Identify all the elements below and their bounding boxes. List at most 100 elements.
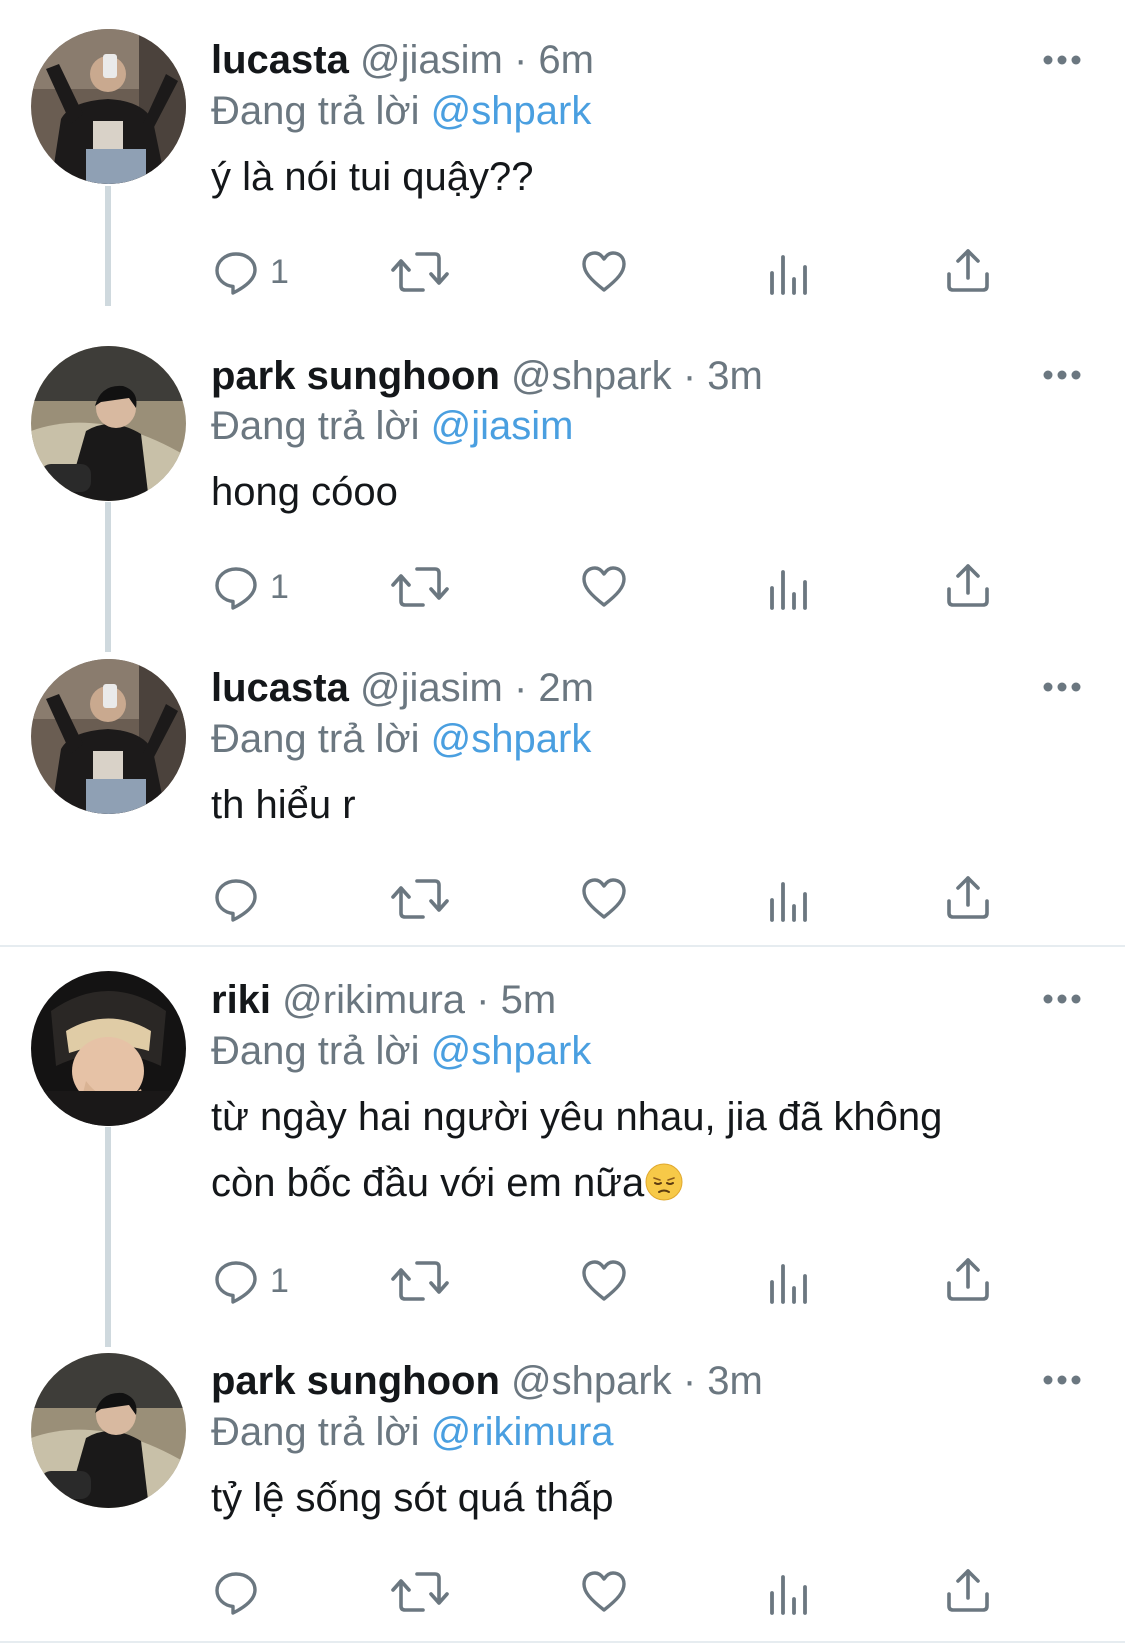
retweet-icon	[390, 875, 450, 923]
reply-count: 1	[270, 1261, 289, 1300]
more-options-icon[interactable]	[1042, 54, 1082, 66]
replying-to: Đang trả lời @rikimura	[211, 1408, 614, 1456]
share-button[interactable]	[944, 559, 992, 611]
tweet-text: tỷ lệ sống sót quá thấp	[211, 1476, 614, 1520]
reply-button[interactable]: 1	[212, 246, 289, 298]
display-name[interactable]: lucasta	[211, 38, 349, 82]
share-button[interactable]	[944, 1564, 992, 1616]
display-name[interactable]: park sunghoon	[211, 354, 500, 398]
tweet-text: hong cóoo	[211, 470, 398, 514]
mention-link[interactable]: @shpark	[431, 89, 592, 133]
reply-icon	[212, 1568, 260, 1616]
share-button[interactable]	[944, 244, 992, 296]
more-options-icon[interactable]	[1042, 369, 1082, 381]
retweet-icon	[390, 1257, 450, 1305]
analytics-icon	[764, 878, 812, 926]
retweet-button[interactable]	[390, 873, 450, 925]
more-options-icon[interactable]	[1042, 993, 1082, 1005]
tweet-header: park sunghoon @shpark · 3m	[211, 1357, 763, 1405]
display-name[interactable]: lucasta	[211, 666, 349, 710]
heart-icon	[580, 875, 628, 923]
like-button[interactable]	[580, 1566, 628, 1618]
replying-to-label: Đang trả lời	[211, 89, 420, 133]
like-button[interactable]	[580, 1255, 628, 1307]
share-icon	[944, 873, 992, 921]
handle[interactable]: @rikimura	[282, 978, 465, 1022]
heart-icon	[580, 563, 628, 611]
timestamp[interactable]: 3m	[707, 354, 763, 398]
replying-to-label: Đang trả lời	[211, 1029, 420, 1073]
replying-to-label: Đang trả lời	[211, 717, 420, 761]
like-button[interactable]	[580, 561, 628, 613]
mention-link[interactable]: @shpark	[431, 717, 592, 761]
replying-to-label: Đang trả lời	[211, 1410, 420, 1454]
handle[interactable]: @jiasim	[360, 38, 503, 82]
retweet-button[interactable]	[390, 561, 450, 613]
like-button[interactable]	[580, 246, 628, 298]
reply-button[interactable]	[212, 873, 270, 925]
reply-button[interactable]	[212, 1566, 270, 1618]
mention-link[interactable]: @shpark	[431, 1029, 592, 1073]
avatar[interactable]	[31, 29, 186, 184]
separator: ·	[513, 38, 528, 82]
reply-icon	[212, 248, 260, 296]
tweet-header: riki @rikimura · 5m	[211, 976, 556, 1024]
timestamp[interactable]: 6m	[538, 38, 594, 82]
retweet-icon	[390, 1568, 450, 1616]
avatar[interactable]	[31, 346, 186, 501]
analytics-button[interactable]	[764, 1258, 812, 1310]
reply-button[interactable]: 1	[212, 1255, 289, 1307]
timestamp[interactable]: 5m	[501, 978, 557, 1022]
avatar[interactable]	[31, 971, 186, 1126]
reply-icon	[212, 875, 260, 923]
retweet-button[interactable]	[390, 1566, 450, 1618]
reply-count: 1	[270, 252, 289, 291]
tweet-header: park sunghoon @shpark · 3m	[211, 352, 763, 400]
timestamp[interactable]: 2m	[538, 666, 594, 710]
divider	[0, 945, 1125, 947]
tweet-header: lucasta @jiasim · 2m	[211, 664, 594, 712]
reply-button[interactable]: 1	[212, 561, 289, 613]
display-name[interactable]: riki	[211, 978, 271, 1022]
share-icon	[944, 1255, 992, 1303]
avatar[interactable]	[31, 1353, 186, 1508]
tweet-text: từ ngày hai người yêu nhau, jia đã không…	[211, 1084, 1061, 1216]
mention-link[interactable]: @jiasim	[431, 404, 574, 448]
handle[interactable]: @shpark	[511, 1359, 672, 1403]
reply-icon	[212, 1257, 260, 1305]
replying-to: Đang trả lời @jiasim	[211, 402, 574, 450]
share-icon	[944, 1566, 992, 1614]
separator: ·	[682, 354, 697, 398]
more-options-icon[interactable]	[1042, 681, 1082, 693]
thread-line	[105, 502, 111, 652]
share-icon	[944, 246, 992, 294]
analytics-icon	[764, 1571, 812, 1619]
replying-to: Đang trả lời @shpark	[211, 715, 591, 763]
handle[interactable]: @shpark	[511, 354, 672, 398]
pensive-face-icon	[645, 1163, 683, 1201]
tweet-text-line: còn bốc đầu với em nữa	[211, 1150, 1061, 1216]
analytics-button[interactable]	[764, 249, 812, 301]
replying-to: Đang trả lời @shpark	[211, 87, 591, 135]
handle[interactable]: @jiasim	[360, 666, 503, 710]
retweet-button[interactable]	[390, 1255, 450, 1307]
separator: ·	[513, 666, 528, 710]
share-button[interactable]	[944, 1253, 992, 1305]
mention-link[interactable]: @rikimura	[431, 1410, 614, 1454]
share-button[interactable]	[944, 871, 992, 923]
separator: ·	[476, 978, 490, 1022]
analytics-button[interactable]	[764, 1569, 812, 1621]
tweet-text-line: từ ngày hai người yêu nhau, jia đã không	[211, 1095, 943, 1139]
display-name[interactable]: park sunghoon	[211, 1359, 500, 1403]
analytics-button[interactable]	[764, 564, 812, 616]
avatar[interactable]	[31, 659, 186, 814]
heart-icon	[580, 248, 628, 296]
like-button[interactable]	[580, 873, 628, 925]
tweet-text: th hiểu r	[211, 783, 356, 827]
tweet-header: lucasta @jiasim · 6m	[211, 36, 594, 84]
retweet-button[interactable]	[390, 246, 450, 298]
retweet-icon	[390, 248, 450, 296]
analytics-button[interactable]	[764, 876, 812, 928]
timestamp[interactable]: 3m	[707, 1359, 763, 1403]
more-options-icon[interactable]	[1042, 1374, 1082, 1386]
